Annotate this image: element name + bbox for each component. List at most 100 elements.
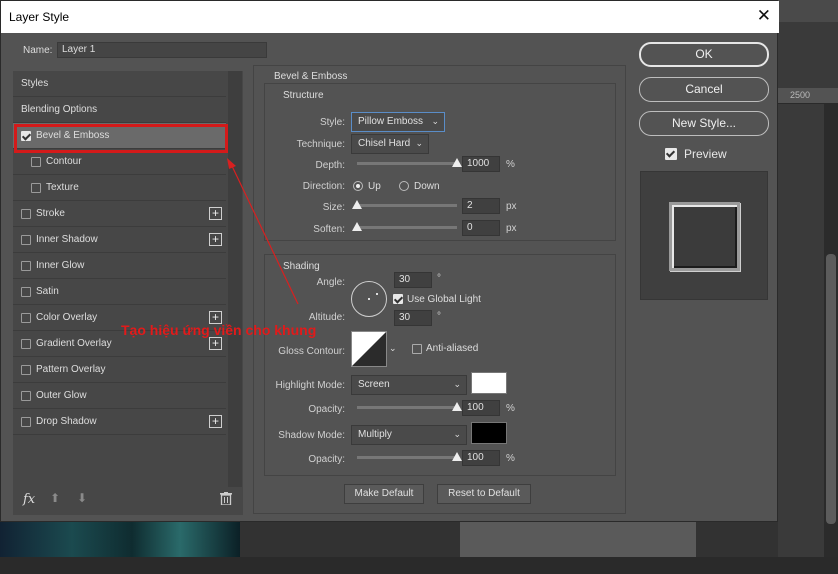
size-input[interactable]: 2	[462, 198, 500, 214]
style-item-checkbox[interactable]	[21, 234, 31, 245]
direction-down-radio[interactable]	[399, 181, 409, 191]
add-style-icon[interactable]: +	[209, 415, 222, 428]
shadow-opacity-label: Opacity:	[308, 454, 345, 465]
highlight-mode-select[interactable]: Screen ⌄	[351, 375, 467, 395]
style-item[interactable]: Outer Glow	[13, 383, 226, 409]
name-label: Name:	[23, 45, 53, 56]
style-value: Pillow Emboss	[358, 116, 424, 127]
style-item[interactable]: Texture	[13, 175, 226, 201]
style-item[interactable]: Blending Options	[13, 97, 226, 123]
style-item-checkbox[interactable]	[21, 390, 31, 401]
move-down-icon[interactable]: ⬇	[77, 491, 87, 505]
shadow-opacity-unit: %	[506, 453, 515, 464]
technique-label: Technique:	[296, 139, 345, 150]
highlight-opacity-input[interactable]: 100	[462, 400, 500, 416]
titlebar: Layer Style ✕	[1, 1, 779, 33]
style-item-label: Pattern Overlay	[36, 364, 106, 375]
style-item[interactable]: Styles	[13, 71, 226, 97]
workspace-right: 2500	[778, 0, 838, 574]
structure-title: Structure	[283, 90, 324, 101]
annotation-highlight-box	[14, 124, 228, 153]
style-item-checkbox[interactable]	[21, 260, 31, 271]
close-icon[interactable]: ✕	[757, 6, 771, 26]
style-item-checkbox[interactable]	[21, 338, 31, 349]
style-label: Style:	[319, 117, 345, 128]
style-item-checkbox[interactable]	[31, 182, 41, 193]
highlight-opacity-knob[interactable]	[452, 402, 462, 411]
styles-scrollbar[interactable]	[228, 71, 242, 487]
use-global-light-checkbox[interactable]	[393, 294, 403, 304]
dialog-title: Layer Style	[9, 10, 70, 24]
ok-button[interactable]: OK	[639, 42, 769, 67]
soften-input[interactable]: 0	[462, 220, 500, 236]
style-item-checkbox[interactable]	[21, 208, 31, 219]
angle-dial[interactable]	[351, 281, 387, 317]
size-slider[interactable]	[352, 200, 457, 209]
angle-input[interactable]: 30	[394, 272, 432, 288]
angle-dial-center	[368, 298, 370, 300]
style-item[interactable]: Drop Shadow +	[13, 409, 226, 435]
style-item-checkbox[interactable]	[21, 312, 31, 323]
style-item[interactable]: Satin	[13, 279, 226, 305]
depth-unit: %	[506, 159, 515, 170]
preview-box	[640, 171, 768, 300]
style-item-checkbox[interactable]	[21, 416, 31, 427]
soften-slider[interactable]	[352, 222, 457, 231]
chevron-down-icon[interactable]: ⌄	[389, 343, 397, 354]
style-item-checkbox[interactable]	[21, 364, 31, 375]
section-title: Bevel & Emboss	[274, 71, 348, 82]
direction-up-label: Up	[368, 181, 381, 192]
gloss-contour-label: Gloss Contour:	[278, 346, 345, 357]
technique-value: Chisel Hard	[358, 138, 411, 149]
move-up-icon[interactable]: ⬆	[50, 491, 60, 505]
preview-checkbox[interactable]	[665, 148, 677, 160]
style-select[interactable]: Pillow Emboss ⌄	[351, 112, 445, 132]
highlight-mode-value: Screen	[358, 379, 390, 390]
shadow-opacity-input[interactable]: 100	[462, 450, 500, 466]
make-default-button[interactable]: Make Default	[344, 484, 424, 504]
add-style-icon[interactable]: +	[209, 337, 222, 350]
style-item[interactable]: Stroke +	[13, 201, 226, 227]
gloss-contour-picker[interactable]	[351, 331, 387, 367]
style-item[interactable]: Pattern Overlay	[13, 357, 226, 383]
new-style-button[interactable]: New Style...	[639, 111, 769, 136]
highlight-opacity-slider[interactable]	[357, 402, 462, 411]
altitude-unit: °	[437, 311, 441, 322]
cancel-button[interactable]: Cancel	[639, 77, 769, 102]
fx-button[interactable]: fx	[23, 492, 35, 507]
scrollbar-thumb[interactable]	[826, 254, 836, 524]
add-style-icon[interactable]: +	[209, 207, 222, 220]
technique-select[interactable]: Chisel Hard ⌄	[351, 134, 429, 154]
style-item-checkbox[interactable]	[31, 156, 41, 167]
style-item[interactable]: Inner Glow	[13, 253, 226, 279]
layer-style-dialog: Layer Style ✕ Name: Layer 1 Styles Blendi…	[0, 0, 779, 522]
direction-up-radio[interactable]	[353, 181, 363, 191]
reset-default-button[interactable]: Reset to Default	[437, 484, 531, 504]
shadow-opacity-knob[interactable]	[452, 452, 462, 461]
size-unit: px	[506, 201, 517, 212]
style-item-label: Contour	[46, 156, 82, 167]
angle-label: Angle:	[316, 277, 345, 288]
depth-slider-knob[interactable]	[452, 158, 462, 167]
add-style-icon[interactable]: +	[209, 233, 222, 246]
workspace-scrollbar[interactable]	[824, 104, 838, 574]
name-input[interactable]: Layer 1	[57, 42, 267, 58]
soften-slider-knob[interactable]	[352, 222, 362, 231]
depth-slider[interactable]	[357, 158, 462, 167]
style-item[interactable]: Inner Shadow +	[13, 227, 226, 253]
anti-aliased-checkbox[interactable]	[412, 344, 422, 354]
trash-icon[interactable]	[220, 492, 232, 505]
depth-input[interactable]: 1000	[462, 156, 500, 172]
highlight-color-swatch[interactable]	[471, 372, 507, 394]
contour-linear-icon	[352, 332, 386, 366]
shadow-mode-select[interactable]: Multiply ⌄	[351, 425, 467, 445]
size-slider-knob[interactable]	[352, 200, 362, 209]
size-label: Size:	[322, 202, 345, 213]
shadow-color-swatch[interactable]	[471, 422, 507, 444]
use-global-light-label: Use Global Light	[407, 294, 481, 305]
soften-label: Soften:	[313, 224, 345, 235]
altitude-input[interactable]: 30	[394, 310, 432, 326]
anti-aliased-label: Anti-aliased	[426, 343, 479, 354]
style-item-checkbox[interactable]	[21, 286, 31, 297]
shadow-opacity-slider[interactable]	[357, 452, 462, 461]
